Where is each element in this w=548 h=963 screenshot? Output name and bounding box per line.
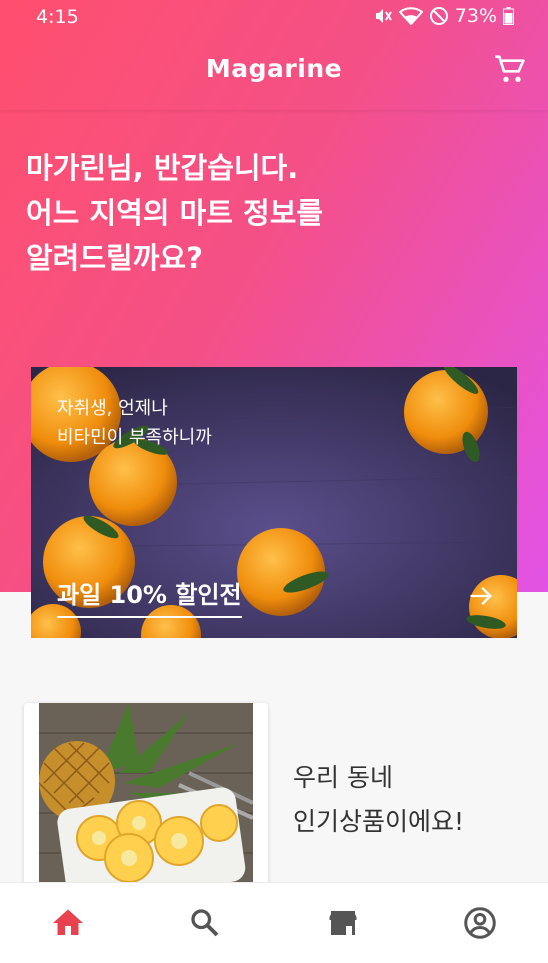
- battery-percentage: 73%: [454, 5, 497, 27]
- greeting-line-2: 어느 지역의 마트 정보를: [26, 196, 324, 230]
- app-title: Magarine: [205, 54, 343, 83]
- account-icon: [464, 907, 496, 939]
- app-bar: Magarine: [0, 34, 548, 110]
- battery-icon: [503, 7, 514, 25]
- wifi-icon: [398, 7, 423, 25]
- greeting-text: 마가린님, 반갑습니다. 어느 지역의 마트 정보를 알려드릴까요?: [26, 146, 323, 281]
- banner-subtitle-line-1: 자취생, 언제나: [57, 398, 168, 419]
- mute-icon: [375, 9, 392, 23]
- popular-products-text: 우리 동네 인기상품이에요!: [293, 756, 464, 844]
- nav-search[interactable]: [187, 905, 223, 941]
- promo-banner[interactable]: 자취생, 언제나 비타민이 부족하니까 과일 10% 할인전: [31, 367, 517, 638]
- pineapple-product-image: [39, 703, 253, 893]
- nav-store[interactable]: [325, 905, 361, 941]
- status-icons: 73%: [373, 5, 514, 27]
- status-bar: 4:15 73%: [0, 0, 548, 34]
- bottom-navigation: [0, 882, 548, 963]
- nav-account[interactable]: [462, 905, 498, 941]
- search-icon: [191, 909, 219, 937]
- greeting-line-3: 알려드릴까요?: [26, 241, 203, 275]
- popular-line-1: 우리 동네: [293, 763, 393, 792]
- home-icon: [53, 909, 83, 935]
- popular-product-card[interactable]: [24, 703, 268, 893]
- banner-subtitle: 자취생, 언제나 비타민이 부족하니까: [57, 394, 212, 452]
- arrow-right-icon[interactable]: [467, 582, 495, 610]
- do-not-disturb-icon: [429, 7, 448, 25]
- banner-headline: 과일 10% 할인전: [57, 575, 242, 618]
- cart-icon[interactable]: [494, 54, 526, 86]
- store-icon: [329, 911, 357, 935]
- banner-subtitle-line-2: 비타민이 부족하니까: [57, 427, 212, 448]
- greeting-line-1: 마가린님, 반갑습니다.: [26, 151, 299, 185]
- status-time: 4:15: [36, 6, 79, 28]
- popular-line-2: 인기상품이에요!: [293, 807, 465, 836]
- nav-home[interactable]: [50, 905, 86, 941]
